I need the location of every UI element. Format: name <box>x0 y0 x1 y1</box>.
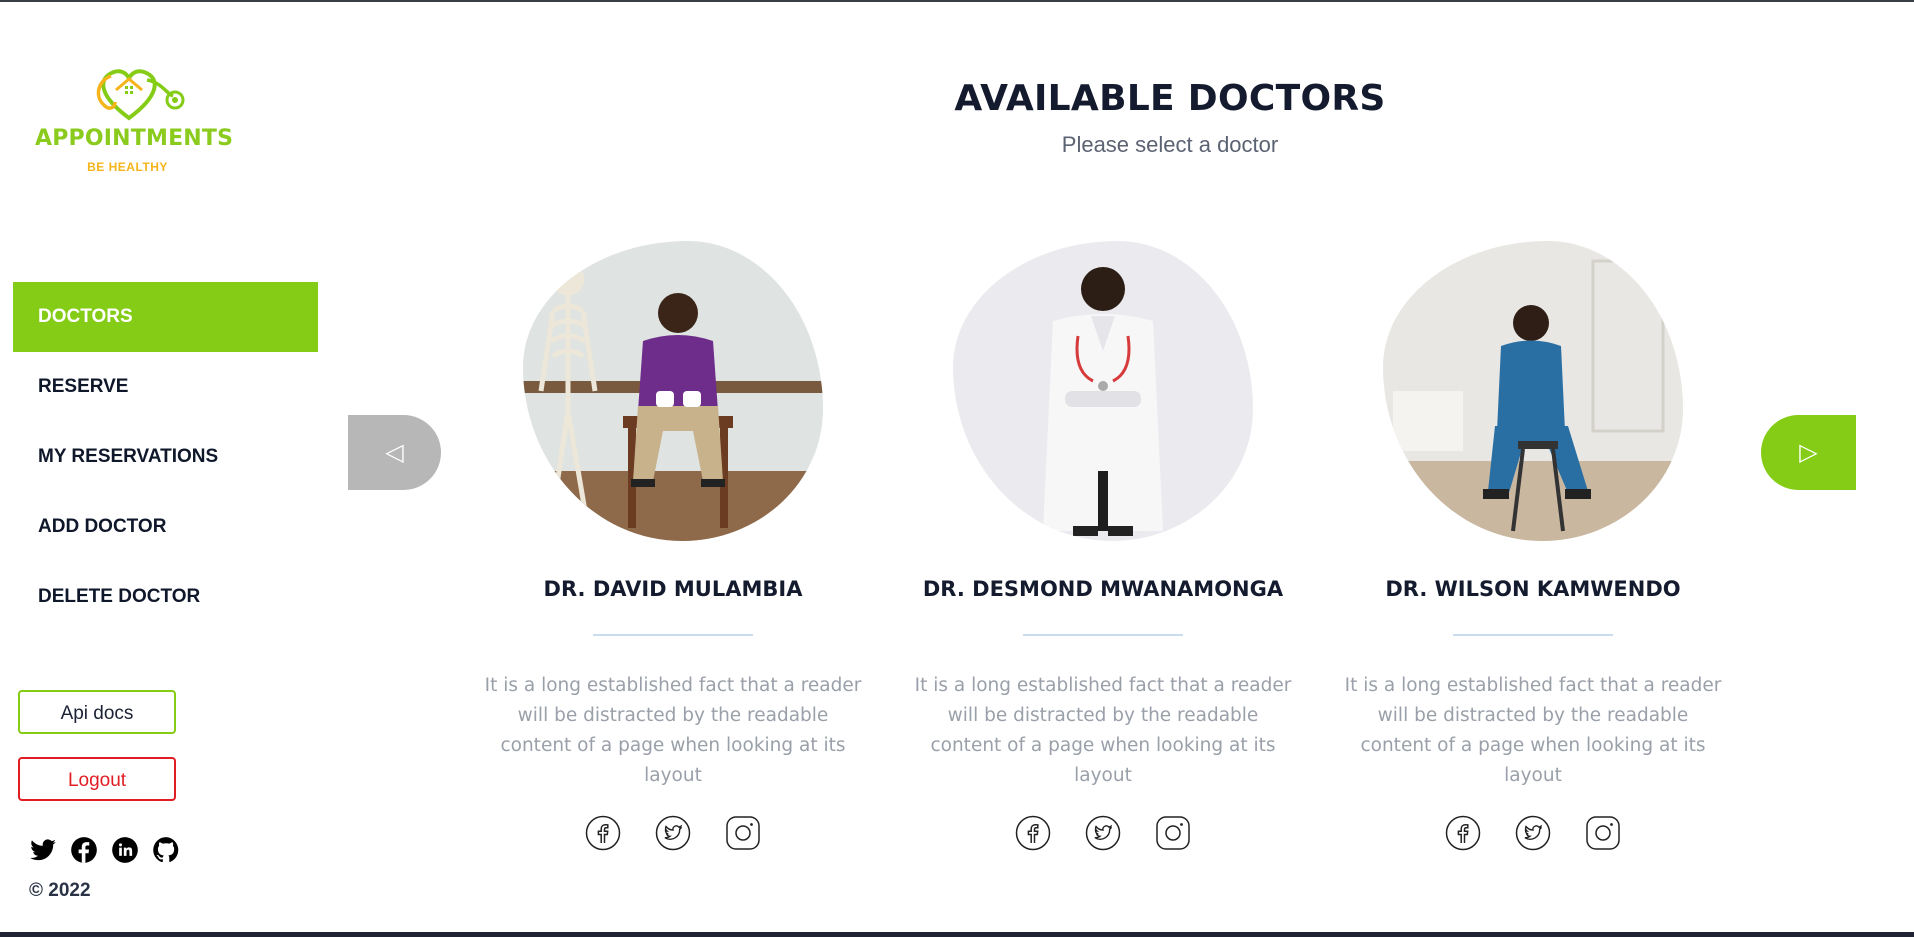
doctor-card[interactable]: DR. DESMOND MWANAMONGA It is a long esta… <box>908 241 1298 851</box>
facebook-icon[interactable] <box>585 815 621 851</box>
doctor-description: It is a long established fact that a rea… <box>484 675 862 786</box>
facebook-icon[interactable] <box>70 836 98 864</box>
facebook-icon[interactable] <box>1445 815 1481 851</box>
api-docs-button[interactable]: Api docs <box>18 690 176 734</box>
top-border <box>0 0 1914 2</box>
github-icon[interactable] <box>152 836 180 864</box>
twitter-icon[interactable] <box>29 836 57 864</box>
doctor-photo[interactable] <box>523 241 823 541</box>
doctor-photo[interactable] <box>953 241 1253 541</box>
sidebar-item-my-reservations[interactable]: MY RESERVATIONS <box>13 422 318 492</box>
instagram-icon[interactable] <box>725 815 761 851</box>
divider <box>593 634 753 636</box>
doctor-photo-image <box>1383 241 1683 541</box>
doctor-photo-image <box>953 241 1253 541</box>
doctor-card[interactable]: DR. DAVID MULAMBIA It is a long establis… <box>478 241 868 851</box>
sidebar-item-doctors[interactable]: DOCTORS <box>13 282 318 352</box>
sidebar-item-delete-doctor[interactable]: DELETE DOCTOR <box>13 562 318 632</box>
logo-title: APPOINTMENTS <box>35 126 234 151</box>
logo-tagline: BE HEALTHY <box>87 160 168 174</box>
bottom-border <box>0 932 1914 937</box>
doctor-social-links <box>908 815 1298 851</box>
doctor-social-links <box>1338 815 1728 851</box>
instagram-icon[interactable] <box>1155 815 1191 851</box>
doctor-name: DR. WILSON KAMWENDO <box>1385 577 1681 601</box>
facebook-icon[interactable] <box>1015 815 1051 851</box>
carousel-next-button[interactable]: ▷ <box>1761 415 1856 490</box>
divider <box>1023 634 1183 636</box>
doctor-name: DR. DESMOND MWANAMONGA <box>922 577 1284 601</box>
triangle-left-icon: ◁ <box>385 439 404 466</box>
doctor-photo-image <box>523 241 823 541</box>
copyright: © 2022 <box>29 880 91 901</box>
carousel-prev-button[interactable]: ◁ <box>348 415 441 490</box>
logout-button[interactable]: Logout <box>18 757 176 801</box>
twitter-icon[interactable] <box>1085 815 1121 851</box>
heart-stethoscope-logo-icon <box>96 69 185 121</box>
doctor-description: It is a long established fact that a rea… <box>914 675 1292 786</box>
doctor-social-links <box>478 815 868 851</box>
doctor-photo[interactable] <box>1383 241 1683 541</box>
linkedin-icon[interactable] <box>111 836 139 864</box>
sidebar-item-add-doctor[interactable]: ADD DOCTOR <box>13 492 318 562</box>
doctor-card[interactable]: DR. WILSON KAMWENDO It is a long establi… <box>1338 241 1728 851</box>
page-subtitle: Please select a doctor <box>1061 132 1279 157</box>
page-title: AVAILABLE DOCTORS <box>954 78 1386 119</box>
doctor-name: DR. DAVID MULAMBIA <box>543 577 803 601</box>
doctor-description: It is a long established fact that a rea… <box>1344 675 1722 786</box>
twitter-icon[interactable] <box>1515 815 1551 851</box>
divider <box>1453 634 1613 636</box>
triangle-right-icon: ▷ <box>1799 439 1818 466</box>
sidebar-item-reserve[interactable]: RESERVE <box>13 352 318 422</box>
logo[interactable]: APPOINTMENTS BE HEALTHY <box>35 66 234 176</box>
instagram-icon[interactable] <box>1585 815 1621 851</box>
twitter-icon[interactable] <box>655 815 691 851</box>
sidebar-nav: DOCTORS RESERVE MY RESERVATIONS ADD DOCT… <box>13 282 318 632</box>
sidebar-social-links <box>29 836 180 864</box>
